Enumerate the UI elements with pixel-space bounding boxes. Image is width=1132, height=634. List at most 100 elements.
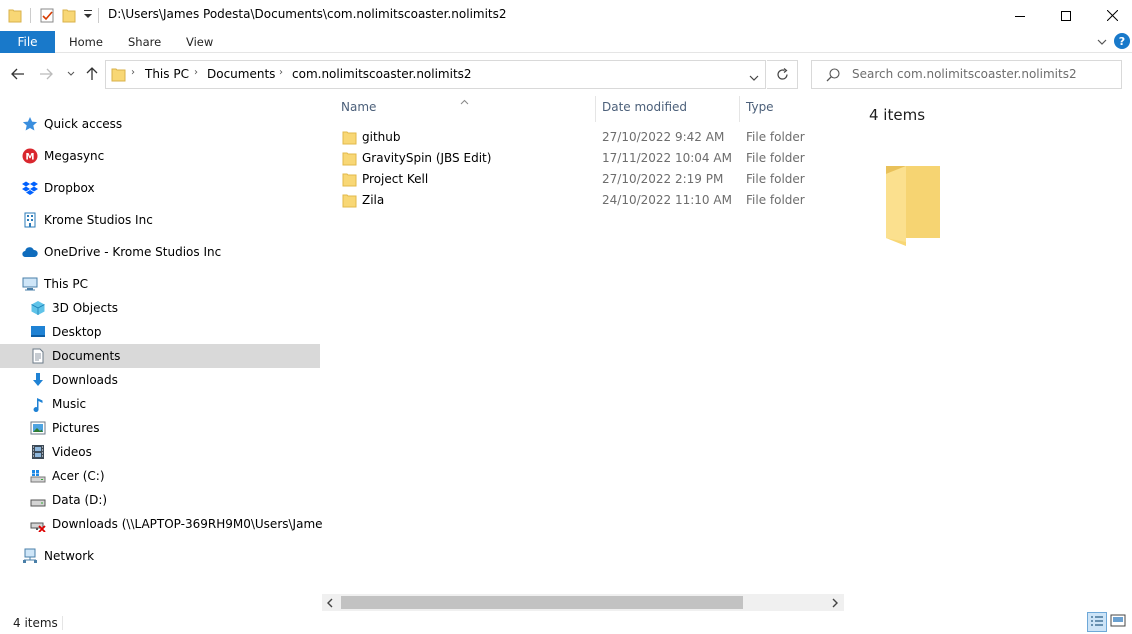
sidebar-item-acer-c[interactable]: Acer (C:) bbox=[0, 464, 320, 488]
folder-icon bbox=[111, 67, 126, 85]
file-row[interactable]: Zila 24/10/2022 11:10 AM File folder bbox=[335, 190, 835, 211]
sidebar-item-megasync[interactable]: M Megasync bbox=[0, 144, 320, 168]
dropbox-icon bbox=[22, 180, 38, 196]
details-view-button[interactable] bbox=[1087, 612, 1107, 632]
breadcrumb-documents[interactable]: Documents bbox=[207, 67, 275, 81]
ribbon-tabs: File Home Share View ? bbox=[0, 31, 1132, 53]
sidebar-item-this-pc[interactable]: This PC bbox=[0, 272, 320, 296]
search-box[interactable]: Search com.nolimitscoaster.nolimits2 bbox=[811, 60, 1122, 89]
search-placeholder: Search com.nolimitscoaster.nolimits2 bbox=[852, 67, 1077, 81]
breadcrumb-separator-icon[interactable]: › bbox=[131, 67, 135, 78]
sidebar-item-label: Network bbox=[44, 549, 95, 563]
file-date: 27/10/2022 2:19 PM bbox=[602, 172, 724, 186]
sidebar-item-label: Quick access bbox=[44, 117, 123, 131]
sidebar-item-quick-access[interactable]: Quick access bbox=[0, 112, 320, 136]
tab-share[interactable]: Share bbox=[128, 35, 161, 49]
breadcrumb-separator-icon[interactable]: › bbox=[194, 67, 198, 78]
minimize-button[interactable] bbox=[997, 0, 1043, 31]
file-type: File folder bbox=[746, 130, 805, 144]
folder-icon bbox=[342, 193, 357, 208]
file-name: GravitySpin (JBS Edit) bbox=[362, 151, 492, 165]
folder-icon bbox=[342, 151, 357, 166]
sidebar-item-label: Pictures bbox=[52, 421, 100, 435]
scroll-right-icon[interactable] bbox=[831, 597, 839, 611]
file-row[interactable]: github 27/10/2022 9:42 AM File folder bbox=[335, 127, 835, 148]
maximize-icon bbox=[1061, 10, 1071, 21]
sidebar-item-onedrive[interactable]: OneDrive - Krome Studios Inc bbox=[0, 240, 320, 264]
network-drive-disconnected-icon bbox=[30, 516, 46, 533]
sidebar-item-label: Acer (C:) bbox=[52, 469, 105, 483]
svg-text:M: M bbox=[26, 153, 35, 163]
refresh-button[interactable] bbox=[767, 60, 798, 89]
chevron-down-icon bbox=[67, 71, 75, 76]
details-view-icon bbox=[1091, 616, 1103, 626]
sidebar-item-pictures[interactable]: Pictures bbox=[0, 416, 320, 440]
properties-icon[interactable] bbox=[40, 7, 55, 24]
sidebar-item-label: Documents bbox=[52, 349, 121, 363]
help-icon[interactable]: ? bbox=[1114, 33, 1130, 49]
column-header-type[interactable]: Type bbox=[746, 100, 774, 120]
chevron-down-icon[interactable] bbox=[749, 71, 759, 85]
separator bbox=[30, 8, 31, 23]
address-bar[interactable]: › This PC › Documents › com.nolimitscoas… bbox=[105, 60, 766, 89]
desktop-icon bbox=[30, 324, 46, 340]
sidebar-item-3d-objects[interactable]: 3D Objects bbox=[0, 296, 320, 320]
file-row[interactable]: GravitySpin (JBS Edit) 17/11/2022 10:04 … bbox=[335, 148, 835, 169]
close-icon bbox=[1106, 10, 1118, 21]
sidebar-item-downloads[interactable]: Downloads bbox=[0, 368, 320, 392]
up-arrow-icon bbox=[86, 67, 98, 80]
details-pane: 4 items bbox=[844, 94, 1132, 616]
sidebar-item-data-d[interactable]: Data (D:) bbox=[0, 488, 320, 512]
sidebar-item-label: OneDrive - Krome Studios Inc bbox=[44, 245, 222, 259]
column-divider[interactable] bbox=[739, 96, 740, 122]
maximize-button[interactable] bbox=[1043, 0, 1089, 31]
back-button[interactable] bbox=[10, 66, 26, 82]
minimize-icon bbox=[1015, 15, 1025, 17]
folder-icon bbox=[342, 130, 357, 145]
sidebar-item-krome-studios[interactable]: Krome Studios Inc bbox=[0, 208, 320, 232]
sidebar-item-videos[interactable]: Videos bbox=[0, 440, 320, 464]
customize-quick-access-icon[interactable] bbox=[84, 9, 92, 26]
navigation-bar: › This PC › Documents › com.nolimitscoas… bbox=[0, 54, 1132, 94]
up-button[interactable] bbox=[84, 66, 100, 82]
window-title: D:\Users\James Podesta\Documents\com.nol… bbox=[108, 7, 507, 21]
folder-icon bbox=[8, 7, 22, 24]
document-icon bbox=[30, 348, 46, 364]
download-arrow-icon bbox=[30, 372, 46, 388]
scroll-left-icon[interactable] bbox=[326, 597, 334, 611]
sidebar-item-network[interactable]: Network bbox=[0, 544, 320, 568]
expand-ribbon-icon[interactable] bbox=[1097, 36, 1107, 50]
forward-button[interactable] bbox=[38, 66, 54, 82]
file-row[interactable]: Project Kell 27/10/2022 2:19 PM File fol… bbox=[335, 169, 835, 190]
breadcrumb-current-folder[interactable]: com.nolimitscoaster.nolimits2 bbox=[292, 67, 472, 81]
film-icon bbox=[30, 444, 46, 460]
sidebar-item-music[interactable]: Music bbox=[0, 392, 320, 416]
refresh-icon bbox=[776, 68, 788, 80]
separator bbox=[62, 616, 63, 630]
column-divider[interactable] bbox=[595, 96, 596, 122]
sidebar-item-network-downloads[interactable]: Downloads (\\LAPTOP-369RH9M0\Users\James… bbox=[0, 512, 347, 536]
sidebar-item-label: Dropbox bbox=[44, 181, 95, 195]
sidebar-item-label: Videos bbox=[52, 445, 92, 459]
large-folder-icon bbox=[884, 162, 944, 249]
sidebar-item-desktop[interactable]: Desktop bbox=[0, 320, 320, 344]
column-header-name[interactable]: Name bbox=[341, 100, 376, 120]
tab-home[interactable]: Home bbox=[69, 35, 103, 49]
sidebar-item-dropbox[interactable]: Dropbox bbox=[0, 176, 320, 200]
horizontal-scrollbar[interactable] bbox=[322, 594, 844, 611]
tab-file[interactable]: File bbox=[0, 31, 55, 53]
recent-locations-button[interactable] bbox=[63, 66, 79, 82]
breadcrumb-separator-icon[interactable]: › bbox=[279, 67, 283, 78]
new-folder-icon[interactable] bbox=[62, 7, 76, 24]
tab-view[interactable]: View bbox=[186, 35, 213, 49]
back-arrow-icon bbox=[11, 68, 24, 80]
sidebar-item-label: Desktop bbox=[52, 325, 102, 339]
sidebar-item-documents[interactable]: Documents bbox=[0, 344, 320, 368]
breadcrumb-this-pc[interactable]: This PC bbox=[145, 67, 189, 81]
sort-ascending-icon bbox=[460, 94, 469, 108]
navigation-pane: Quick access M Megasync Dropbox Krome St… bbox=[0, 94, 347, 598]
column-header-date-modified[interactable]: Date modified bbox=[602, 100, 687, 120]
scrollbar-thumb[interactable] bbox=[341, 596, 743, 609]
close-button[interactable] bbox=[1089, 0, 1132, 31]
large-icons-view-button[interactable] bbox=[1109, 612, 1129, 632]
